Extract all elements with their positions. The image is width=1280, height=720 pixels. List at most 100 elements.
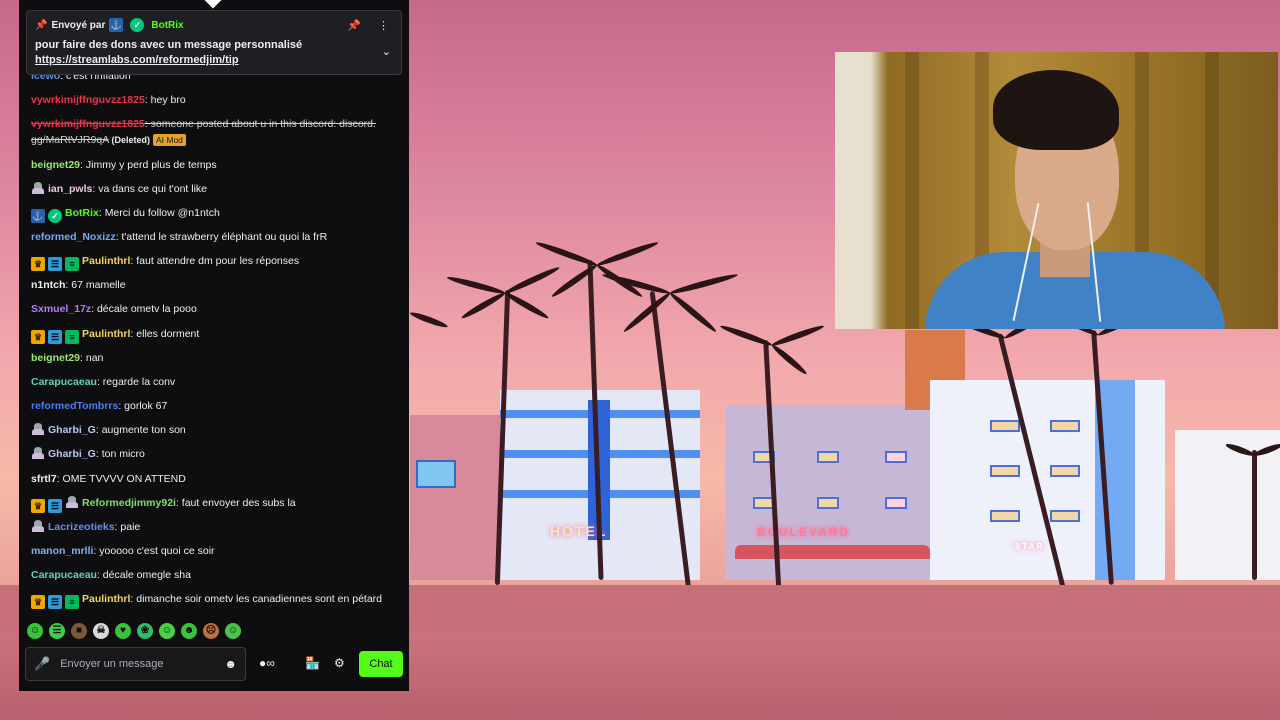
chat-username[interactable]: Carapucaeau <box>31 569 97 581</box>
crown-badge-icon: ♛ <box>31 330 45 344</box>
chat-username[interactable]: n1ntch <box>31 279 65 291</box>
chat-message-text: dimanche soir ometv les canadiennes sont… <box>136 593 382 605</box>
chat-message: Lacrizeotieks: paie <box>31 519 397 535</box>
chat-message-text: hey bro <box>150 94 186 106</box>
chat-username[interactable]: Carapucaeau <box>31 376 97 388</box>
emoji-icon[interactable]: ☻ <box>224 657 237 671</box>
chat-message-text: décale ometv la pooo <box>96 303 197 315</box>
chat-message: ♛ ☰ ≡ Paulinthrl: faut attendre dm pour les… <box>31 253 397 271</box>
chat-message: ian_pwls: va dans ce qui t'ont like <box>31 181 397 197</box>
chat-message: ♛ ☰ ≡ Paulinthrl: elles dorment <box>31 326 397 344</box>
chat-username[interactable]: Gharbi_G <box>48 448 96 460</box>
chat-message: manon_mrlli: yooooo c'est quoi ce soir <box>31 545 215 557</box>
message-input-box[interactable]: 🎤 ☻ <box>25 647 246 681</box>
verified-badge-icon: ✓ <box>48 209 62 223</box>
emote-icon[interactable]: ☰ <box>49 623 65 639</box>
ai-mod-tag: AI Mod <box>152 134 186 146</box>
more-icon[interactable]: ⋮ <box>378 19 389 32</box>
chat-message-text: faut envoyer des subs la <box>181 497 296 509</box>
emote-icon[interactable]: ♥ <box>115 623 131 639</box>
star-sign: STAR <box>1015 542 1045 551</box>
chat-username[interactable]: reformedTombrrs <box>31 400 118 412</box>
pinned-sender[interactable]: BotRix <box>151 20 183 31</box>
chat-message: reformedTombrrs: gorlok 67 <box>31 400 168 412</box>
chat-message: Carapucaeau: regarde la conv <box>31 376 176 388</box>
mod-badge-icon: ⚓ <box>109 18 124 32</box>
chat-message-text: faut attendre dm pour les réponses <box>136 255 300 267</box>
emote-icon[interactable]: ❀ <box>137 623 153 639</box>
chat-username[interactable]: vywrkimijffnguvzz1825 <box>31 118 145 130</box>
building-left <box>410 415 505 580</box>
chat-message: beignet29: nan <box>31 352 104 364</box>
subscriber-badge-icon: ☰ <box>48 499 62 513</box>
settings-icon[interactable]: ⚙ <box>334 656 345 670</box>
emote-icon[interactable]: ☹ <box>203 623 219 639</box>
pinned-message[interactable]: 📌 Envoyé par ⚓ ✓ BotRix pour faire des d… <box>26 10 402 75</box>
chat-username[interactable]: Lacrizeotieks <box>48 521 115 533</box>
chat-username[interactable]: Paulinthrl <box>82 255 130 267</box>
mic-icon[interactable]: 🎤 <box>34 656 50 672</box>
chat-username[interactable]: ian_pwls <box>48 183 92 195</box>
chat-message-text: va dans ce qui t'ont like <box>98 183 208 195</box>
chat-username[interactable]: Gharbi_G <box>48 424 96 436</box>
chat-username[interactable]: Sxmuel_17z <box>31 303 91 315</box>
subscriber-badge-icon: ☰ <box>48 257 62 271</box>
chat-message-text: OME TVVVV ON ATTEND <box>62 473 186 485</box>
store-icon[interactable]: 🏪 <box>305 656 320 670</box>
chat-message: Gharbi_G: ton micro <box>31 446 397 462</box>
chat-username[interactable]: reformed_Noxizz <box>31 231 116 243</box>
message-input[interactable] <box>60 658 211 670</box>
building-right: STAR <box>930 380 1165 580</box>
boulevard-building: BOULEVARD <box>725 405 930 580</box>
pinned-sent-by-label: Envoyé par <box>51 19 106 31</box>
chat-username[interactable]: sfrtl7 <box>31 473 57 485</box>
chat-send-button[interactable]: Chat <box>359 651 403 677</box>
chat-panel: 📌 Envoyé par ⚓ ✓ BotRix pour faire des d… <box>19 0 409 691</box>
chat-message-text: nan <box>85 352 104 364</box>
chat-message: ♛ ☰ ≡ Paulinthrl: dimanche soir ometv les c… <box>31 591 397 609</box>
chat-message-text: gorlok 67 <box>124 400 168 412</box>
chat-username[interactable]: Reformedjimmy92i <box>82 497 176 509</box>
chat-message: Carapucaeau: décale omegle sha <box>31 569 191 581</box>
chat-message-text: Jimmy y perd plus de temps <box>85 159 217 171</box>
crown-badge-icon: ♛ <box>31 257 45 271</box>
webcam-overlay <box>835 52 1278 329</box>
user-avatar-icon <box>65 496 79 508</box>
streamer-hair <box>993 70 1119 150</box>
gift-badge-icon: ≡ <box>65 257 79 271</box>
user-avatar-icon <box>31 423 45 435</box>
chat-message: sfrtl7: OME TVVVV ON ATTEND <box>31 473 186 485</box>
chat-message: vywrkimijffnguvzz1825: someone posted ab… <box>31 118 376 146</box>
chat-message-text: paie <box>120 521 141 533</box>
emote-icon[interactable]: ☺ <box>27 623 43 639</box>
chat-username[interactable]: Paulinthrl <box>82 593 130 605</box>
points-icon[interactable]: ●∞ <box>259 656 275 670</box>
emote-icon[interactable]: ■ <box>71 623 87 639</box>
gift-badge-icon: ≡ <box>65 595 79 609</box>
pinned-link[interactable]: https://streamlabs.com/reformedjim/tip <box>35 54 393 66</box>
emote-icon[interactable]: ☠ <box>93 623 109 639</box>
chat-message: vywrkimijffnguvzz1825: hey bro <box>31 94 186 106</box>
emote-icon[interactable]: ☺ <box>225 623 241 639</box>
chat-username[interactable]: BotRix <box>65 207 99 219</box>
pin-action-icon[interactable]: 📌 <box>347 19 361 32</box>
chat-username[interactable]: beignet29 <box>31 159 80 171</box>
chat-message: reformed_Noxizz: t'attend le strawberry … <box>31 231 328 243</box>
chat-message: ⚓ ✓ BotRix: Merci du follow @n1ntch <box>31 207 220 223</box>
subscriber-badge-icon: ☰ <box>48 330 62 344</box>
chat-message: n1ntch: 67 mamelle <box>31 279 126 291</box>
chat-username[interactable]: vywrkimijffnguvzz1825 <box>31 94 145 106</box>
emote-bar: ☺ ☰ ■ ☠ ♥ ❀ ☺ ☻ ☹ ☺ <box>27 623 241 639</box>
chat-username[interactable]: Paulinthrl <box>82 328 130 340</box>
crown-badge-icon: ♛ <box>31 595 45 609</box>
chat-username[interactable]: beignet29 <box>31 352 80 364</box>
subscriber-badge-icon: ☰ <box>48 595 62 609</box>
chat-username[interactable]: manon_mrlli <box>31 545 93 557</box>
verified-badge-icon: ✓ <box>130 18 145 32</box>
chat-message-text: regarde la conv <box>102 376 176 388</box>
emote-icon[interactable]: ☻ <box>181 623 197 639</box>
emote-icon[interactable]: ☺ <box>159 623 175 639</box>
user-avatar-icon <box>31 447 45 459</box>
chat-message-text: augmente ton son <box>101 424 186 436</box>
chevron-down-icon[interactable]: ⌄ <box>382 45 391 58</box>
